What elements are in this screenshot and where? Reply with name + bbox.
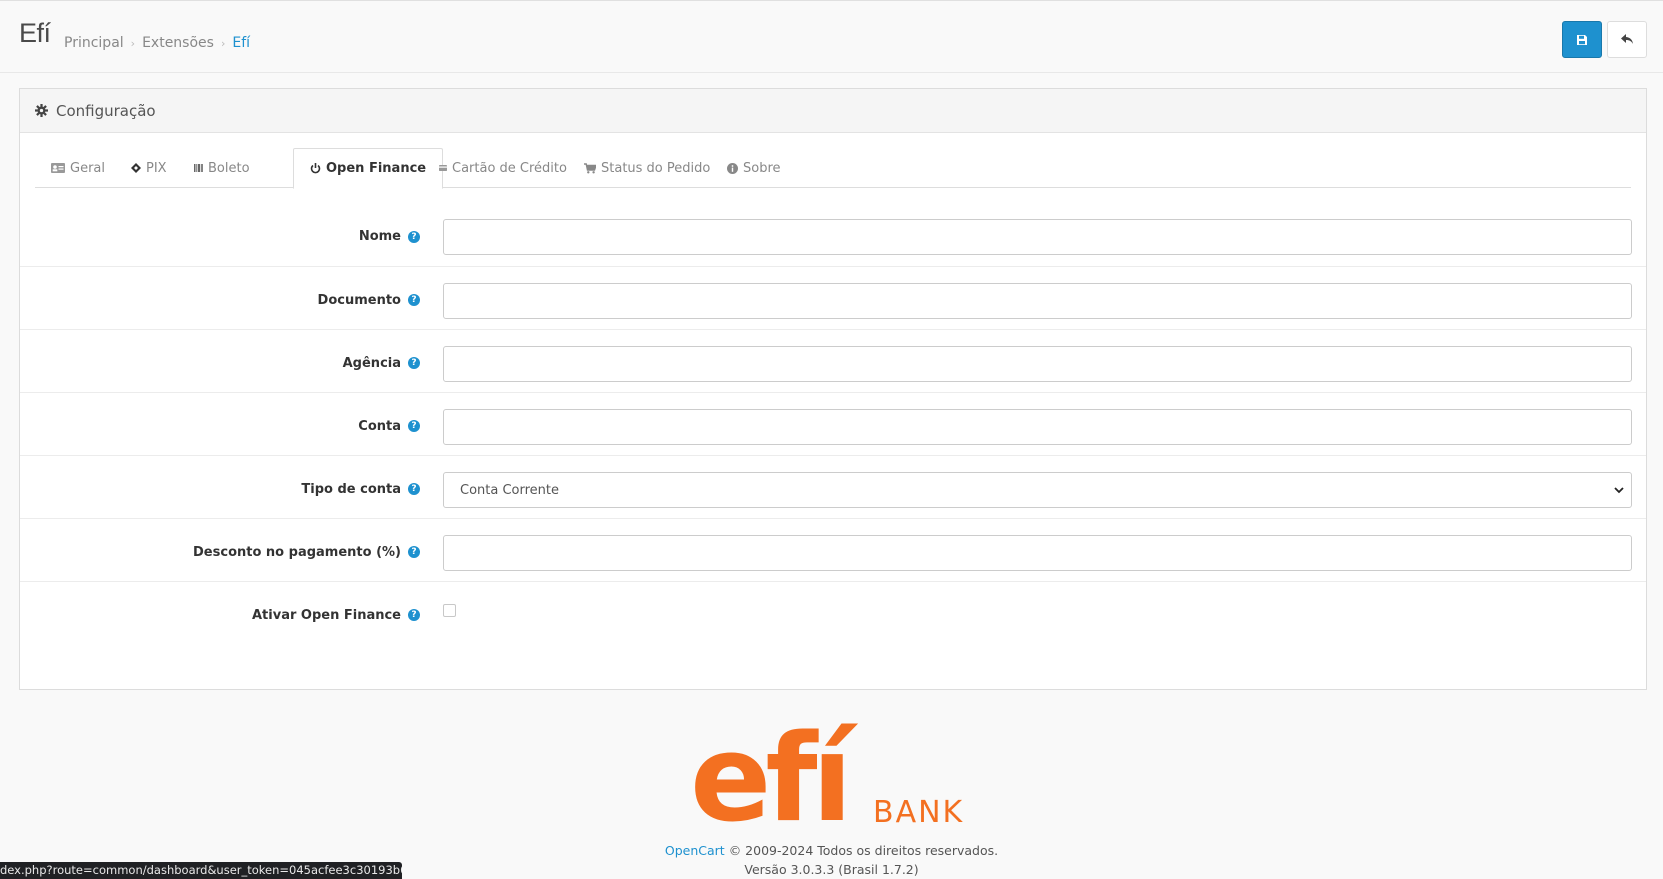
form-row-desconto: Desconto no pagamento (%)? xyxy=(20,518,1646,585)
page-title: Efí xyxy=(19,18,51,48)
logo-sub: BANK xyxy=(873,795,964,825)
id-card-icon xyxy=(51,163,65,173)
chevron-down-icon xyxy=(1614,486,1624,493)
tab-status-do-pedido[interactable]: Status do Pedido xyxy=(568,148,726,188)
agencia-input[interactable] xyxy=(443,346,1632,382)
help-icon[interactable]: ? xyxy=(408,294,420,306)
panel-heading: Configuração xyxy=(20,89,1646,133)
page-header: Efí Principal › Extensões › Efí xyxy=(0,0,1663,73)
efi-bank-logo: efí BANK xyxy=(690,710,980,849)
tipo-de-conta-select[interactable]: Conta Corrente xyxy=(443,472,1632,508)
tab-label: PIX xyxy=(146,160,167,176)
tab-geral[interactable]: Geral xyxy=(35,148,121,188)
reply-arrow-icon xyxy=(1620,34,1633,44)
help-icon[interactable]: ? xyxy=(408,483,420,495)
ativar-open-finance-checkbox[interactable] xyxy=(443,604,456,617)
desconto-input[interactable] xyxy=(443,535,1632,571)
copyright-text: © 2009-2024 Todos os direitos reservados… xyxy=(728,843,999,858)
select-value: Conta Corrente xyxy=(460,482,560,498)
breadcrumb-principal[interactable]: Principal xyxy=(64,35,124,51)
back-button[interactable] xyxy=(1607,21,1647,58)
label-text: Conta xyxy=(358,418,401,434)
form-row-tipo-de-conta: Tipo de conta? Conta Corrente xyxy=(20,455,1646,522)
tab-label: Cartão de Crédito xyxy=(452,160,567,176)
breadcrumb-efi[interactable]: Efí xyxy=(232,35,250,51)
field-label: Conta? xyxy=(358,393,420,459)
field-label: Tipo de conta? xyxy=(301,456,420,522)
power-icon xyxy=(310,163,321,174)
field-label: Ativar Open Finance? xyxy=(252,582,420,648)
footer-copyright: OpenCart © 2009-2024 Todos os direitos r… xyxy=(0,843,1663,858)
tab-label: Sobre xyxy=(743,160,781,176)
tab-label: Boleto xyxy=(208,160,250,176)
breadcrumb-extensoes[interactable]: Extensões xyxy=(142,35,214,51)
breadcrumb: Principal › Extensões › Efí xyxy=(64,35,250,51)
help-icon[interactable]: ? xyxy=(408,609,420,621)
form-row-agencia: Agência? xyxy=(20,329,1646,396)
label-text: Desconto no pagamento (%) xyxy=(193,544,401,560)
label-text: Ativar Open Finance xyxy=(251,607,401,623)
breadcrumb-separator: › xyxy=(130,36,136,50)
tab-open-finance[interactable]: Open Finance xyxy=(293,148,444,189)
tab-bar: Geral PIX Boleto Open Finance Cartão de … xyxy=(35,148,1631,189)
tab-cartao-de-credito[interactable]: Cartão de Crédito xyxy=(423,148,583,188)
help-icon[interactable]: ? xyxy=(408,230,420,243)
help-icon[interactable]: ? xyxy=(408,546,420,558)
tab-pix[interactable]: PIX xyxy=(115,148,183,188)
form-row-nome: Nome? xyxy=(20,203,1646,270)
nome-input[interactable] xyxy=(443,219,1632,255)
tab-sobre[interactable]: Sobre xyxy=(711,148,797,188)
floppy-disk-icon xyxy=(1577,34,1587,45)
logo-wordmark: efí xyxy=(690,710,859,825)
field-label: Documento? xyxy=(318,267,420,333)
save-button[interactable] xyxy=(1562,21,1602,58)
tab-boleto[interactable]: Boleto xyxy=(178,148,266,188)
credit-card-icon xyxy=(439,165,447,171)
conta-input[interactable] xyxy=(443,409,1632,445)
label-text: Agência xyxy=(342,355,401,371)
gear-icon xyxy=(35,104,48,117)
tab-label: Open Finance xyxy=(326,161,427,176)
help-icon[interactable]: ? xyxy=(408,357,420,369)
tab-label: Geral xyxy=(70,160,105,176)
label-text: Documento xyxy=(317,292,401,308)
pix-diamond-icon xyxy=(131,163,141,173)
documento-input[interactable] xyxy=(443,283,1632,319)
form-row-conta: Conta? xyxy=(20,392,1646,459)
barcode-icon xyxy=(194,164,203,172)
breadcrumb-separator: › xyxy=(220,36,226,50)
info-circle-icon xyxy=(727,162,738,174)
field-label: Nome? xyxy=(359,203,420,270)
panel-title: Configuração xyxy=(56,101,156,120)
field-label: Agência? xyxy=(343,330,420,396)
opencart-link[interactable]: OpenCart xyxy=(665,843,725,858)
help-icon[interactable]: ? xyxy=(408,420,420,432)
shopping-cart-icon xyxy=(584,162,596,174)
label-text: Tipo de conta xyxy=(301,481,401,497)
form-row-ativar-open-finance: Ativar Open Finance? xyxy=(20,581,1646,648)
form-row-documento: Documento? xyxy=(20,266,1646,333)
tab-label: Status do Pedido xyxy=(601,160,711,176)
browser-status-url: dex.php?route=common/dashboard&user_toke… xyxy=(0,862,402,879)
label-text: Nome xyxy=(358,229,401,244)
field-label: Desconto no pagamento (%)? xyxy=(193,519,420,585)
config-panel: Configuração Geral PIX Boleto Open Finan… xyxy=(19,88,1647,690)
